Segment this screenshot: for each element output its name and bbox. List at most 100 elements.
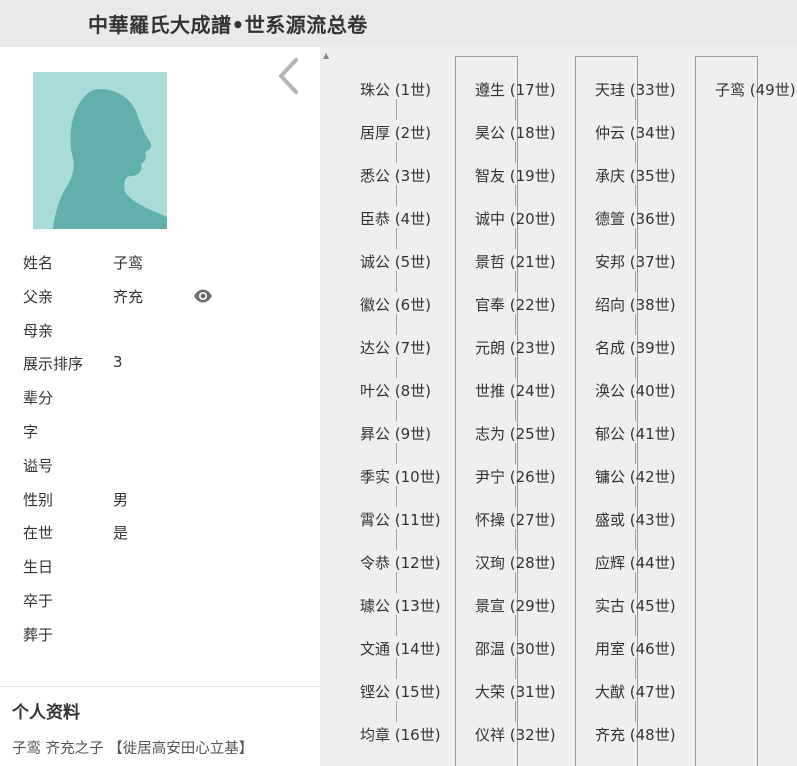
person-silhouette-icon: [53, 89, 167, 229]
generation-group-box: [455, 56, 518, 766]
info-row: 母亲: [23, 320, 313, 354]
connector-line: [396, 400, 397, 421]
connector-line: [515, 443, 516, 464]
generation-node[interactable]: 臣恭 (4世): [360, 208, 431, 229]
generation-node[interactable]: 邵温 (30世): [475, 638, 556, 659]
generation-node[interactable]: 智友 (19世): [475, 165, 556, 186]
field-label: 葬于: [23, 625, 54, 644]
generation-node[interactable]: 子鸾 (49世): [715, 79, 796, 100]
generation-group-box: [575, 56, 638, 766]
field-label: 辈分: [23, 389, 54, 408]
field-value: 是: [113, 524, 129, 543]
generation-node[interactable]: 用室 (46世): [595, 638, 676, 659]
generation-node[interactable]: 霄公 (11世): [360, 509, 441, 530]
generation-node[interactable]: 承庆 (35世): [595, 165, 676, 186]
generation-node[interactable]: 安邦 (37世): [595, 251, 676, 272]
generation-node[interactable]: 怀操 (27世): [475, 509, 556, 530]
generation-node[interactable]: 铿公 (15世): [360, 681, 441, 702]
connector-line: [396, 185, 397, 206]
connector-line: [515, 701, 516, 722]
generation-node[interactable]: 世推 (24世): [475, 380, 556, 401]
connector-line: [515, 142, 516, 163]
connector-line: [635, 486, 636, 507]
info-row: 父亲 齐充: [23, 286, 313, 320]
generation-node[interactable]: 名成 (39世): [595, 337, 676, 358]
connector-line: [396, 701, 397, 722]
lineage-tree[interactable]: ▲ 珠公 (1世) 居厚 (2世) 悉公 (3世) 臣恭 (4世) 诚公 (5世) 徽公 …: [320, 47, 797, 766]
connector-line: [635, 615, 636, 636]
eye-icon[interactable]: [193, 288, 213, 304]
generation-node[interactable]: 昪公 (9世): [360, 423, 431, 444]
generation-node[interactable]: 文通 (14世): [360, 638, 441, 659]
collapse-button[interactable]: [270, 52, 310, 96]
generation-node[interactable]: 珠公 (1世): [360, 79, 431, 100]
connector-line: [635, 658, 636, 679]
generation-node[interactable]: 诚公 (5世): [360, 251, 431, 272]
generation-node[interactable]: 仲云 (34世): [595, 122, 676, 143]
generation-node[interactable]: 元朗 (23世): [475, 337, 556, 358]
field-label: 字: [23, 422, 39, 441]
generation-node[interactable]: 汉珣 (28世): [475, 552, 556, 573]
connector-line: [396, 529, 397, 550]
generation-node[interactable]: 令恭 (12世): [360, 552, 441, 573]
generation-node[interactable]: 达公 (7世): [360, 337, 431, 358]
app-header: 中華羅氏大成譜•世系源流总卷: [0, 0, 797, 47]
connector-line: [515, 529, 516, 550]
info-row: 葬于: [23, 624, 313, 658]
generation-node[interactable]: 镛公 (42世): [595, 466, 676, 487]
connector-line: [396, 486, 397, 507]
connector-line: [515, 357, 516, 378]
profile-panel: 姓名 子鸾 父亲 齐充 母亲 展示排序 3 辈分字谥号 性别 男在世 是生日 卒于 葬于 个人资料 子鸾…: [0, 47, 320, 766]
field-label: 在世: [23, 524, 54, 543]
generation-node[interactable]: 郁公 (41世): [595, 423, 676, 444]
field-value: 齐充: [113, 287, 144, 306]
generation-node[interactable]: 遵生 (17世): [475, 79, 556, 100]
generation-node[interactable]: 璩公 (13世): [360, 595, 441, 616]
generation-node[interactable]: 昊公 (18世): [475, 122, 556, 143]
generation-node[interactable]: 季实 (10世): [360, 466, 441, 487]
generation-node[interactable]: 景宣 (29世): [475, 595, 556, 616]
generation-node[interactable]: 大荣 (31世): [475, 681, 556, 702]
info-row: 谥号: [23, 455, 313, 489]
connector-line: [515, 658, 516, 679]
field-label: 性别: [23, 490, 54, 509]
generation-node[interactable]: 盛或 (43世): [595, 509, 676, 530]
generation-node[interactable]: 德箮 (36世): [595, 208, 676, 229]
field-label: 姓名: [23, 254, 54, 272]
connector-line: [515, 99, 516, 120]
connector-line: [515, 228, 516, 249]
generation-node[interactable]: 尹宁 (26世): [475, 466, 556, 487]
connector-line: [515, 572, 516, 593]
connector-line: [635, 572, 636, 593]
generation-node[interactable]: 涣公 (40世): [595, 380, 676, 401]
generation-node[interactable]: 均章 (16世): [360, 724, 441, 745]
connector-line: [635, 99, 636, 120]
generation-node[interactable]: 景哲 (21世): [475, 251, 556, 272]
field-label: 母亲: [23, 321, 54, 340]
field-label: 卒于: [23, 591, 54, 610]
generation-node[interactable]: 居厚 (2世): [360, 122, 431, 143]
generation-node[interactable]: 实古 (45世): [595, 595, 676, 616]
generation-node[interactable]: 叶公 (8世): [360, 380, 431, 401]
generation-node[interactable]: 悉公 (3世): [360, 165, 431, 186]
avatar: [33, 72, 167, 229]
info-row: 辈分: [23, 387, 313, 421]
connector-line: [396, 314, 397, 335]
scroll-up-icon[interactable]: ▲: [323, 51, 329, 60]
chevron-left-icon: [279, 58, 298, 94]
generation-node[interactable]: 绍向 (38世): [595, 294, 676, 315]
bio-title: 个人资料: [12, 703, 80, 723]
generation-node[interactable]: 大猷 (47世): [595, 681, 676, 702]
generation-node[interactable]: 仪祥 (32世): [475, 724, 556, 745]
generation-node[interactable]: 天珪 (33世): [595, 79, 676, 100]
connector-line: [635, 529, 636, 550]
generation-node[interactable]: 志为 (25世): [475, 423, 556, 444]
generation-node[interactable]: 齐充 (48世): [595, 724, 676, 745]
generation-node[interactable]: 应辉 (44世): [595, 552, 676, 573]
info-row: 在世 是: [23, 522, 313, 556]
generation-node[interactable]: 徽公 (6世): [360, 294, 431, 315]
info-row: 展示排序 3: [23, 353, 313, 387]
generation-node[interactable]: 官奉 (22世): [475, 294, 556, 315]
generation-node[interactable]: 诚中 (20世): [475, 208, 556, 229]
connector-line: [396, 99, 397, 120]
